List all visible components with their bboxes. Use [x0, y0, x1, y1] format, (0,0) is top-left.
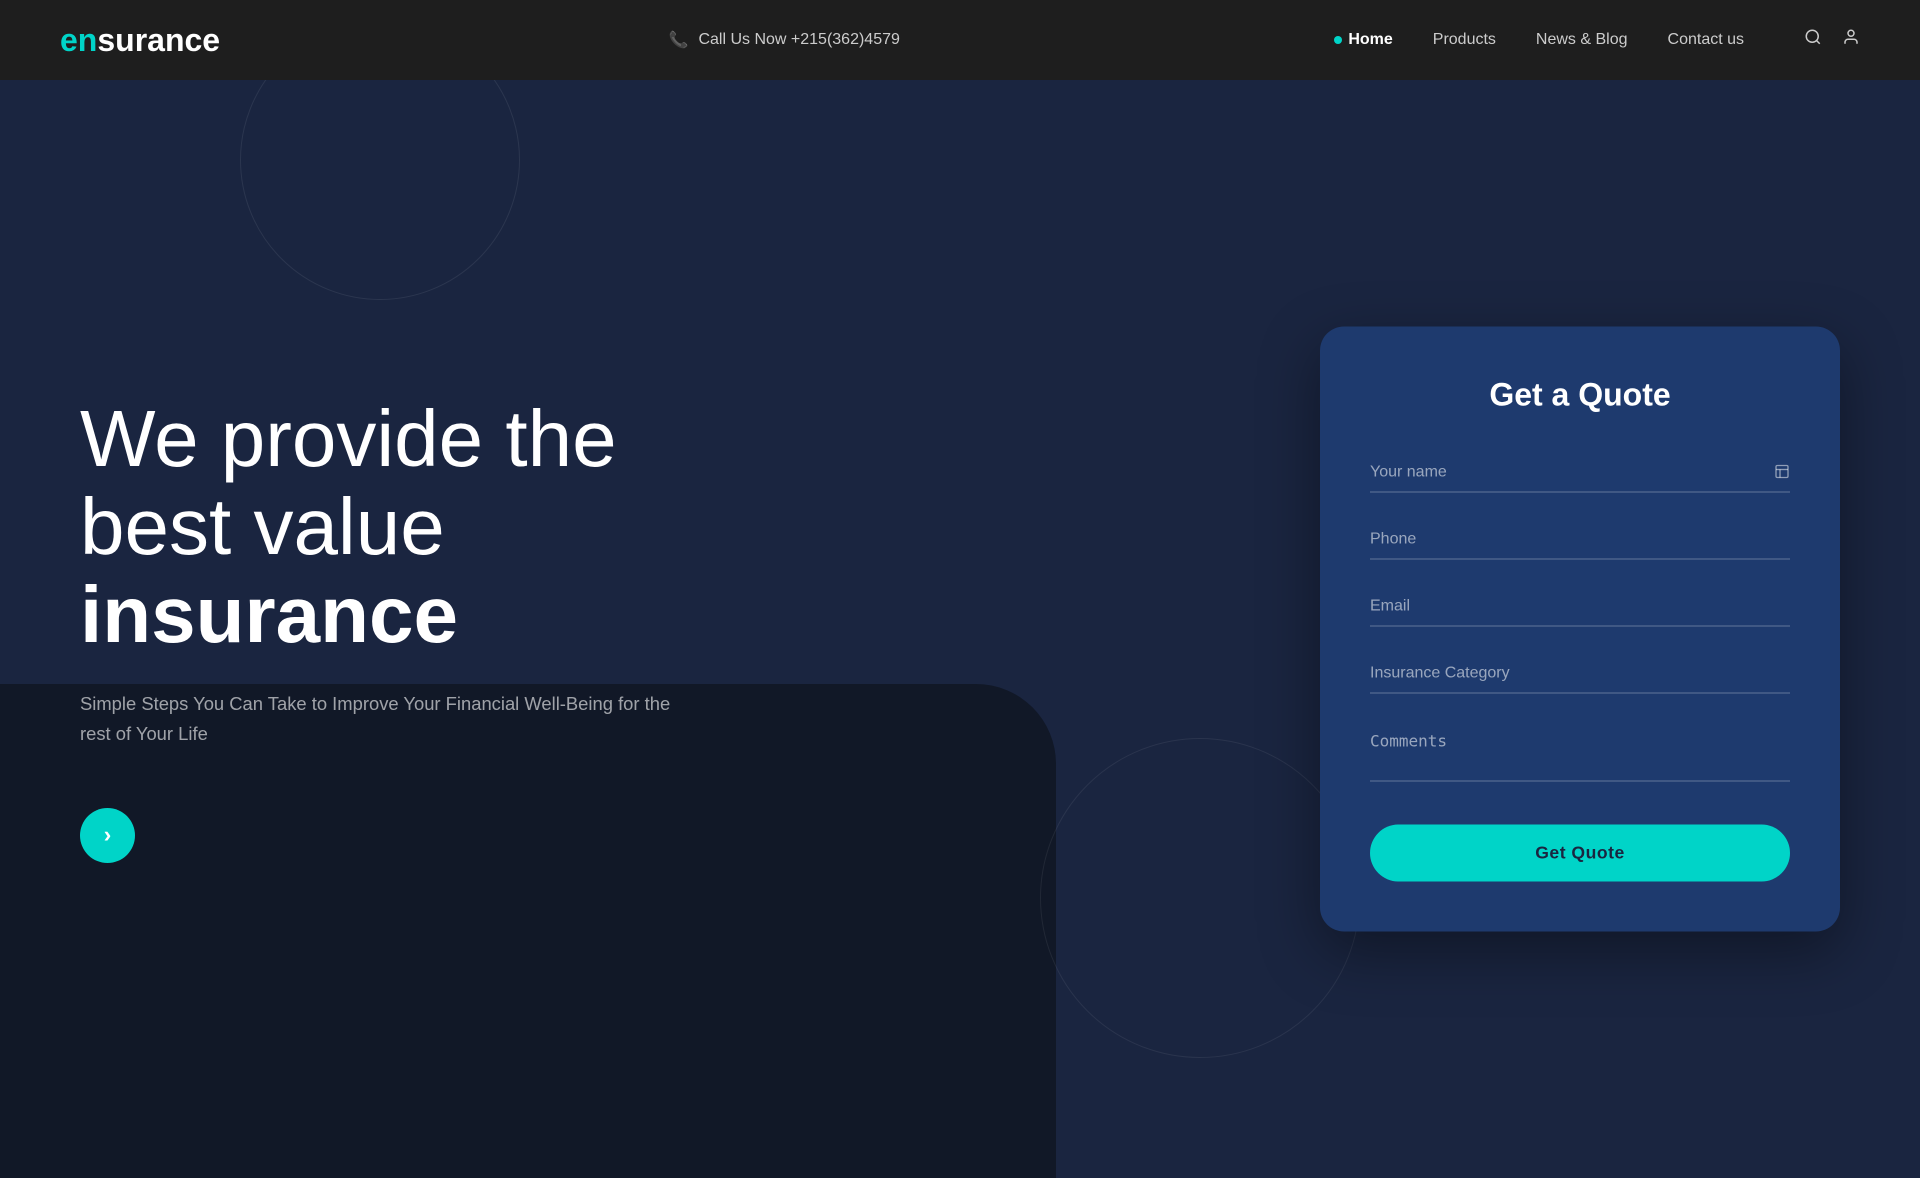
logo[interactable]: ensurance: [60, 22, 220, 59]
email-field-container: [1370, 588, 1790, 627]
header: ensurance 📞 Call Us Now +215(362)4579 Ho…: [0, 0, 1920, 80]
comments-field-container: [1370, 722, 1790, 787]
nav-icons: [1804, 28, 1860, 52]
bg-circle-outline: [240, 80, 520, 300]
quote-card: Get a Quote Get Quote: [1320, 327, 1840, 932]
user-icon: [1842, 28, 1860, 46]
hero-subtitle: Simple Steps You Can Take to Improve You…: [80, 689, 700, 748]
phone-icon: 📞: [669, 30, 689, 50]
comments-input[interactable]: [1370, 722, 1790, 782]
quote-form-title: Get a Quote: [1370, 377, 1790, 414]
email-input[interactable]: [1370, 588, 1790, 627]
name-input[interactable]: [1370, 454, 1790, 493]
hero-title-normal: We provide the best value: [80, 394, 617, 571]
nav-item-contact-us[interactable]: Contact us: [1668, 31, 1744, 49]
user-button[interactable]: [1842, 28, 1860, 52]
hero-title: We provide the best value insurance: [80, 395, 700, 659]
hero-section: We provide the best value insurance Simp…: [0, 80, 1920, 1178]
category-field-container: [1370, 655, 1790, 694]
category-input[interactable]: [1370, 655, 1790, 694]
logo-accent: en: [60, 22, 97, 58]
logo-text: surance: [97, 22, 220, 58]
nav-item-products[interactable]: Products: [1433, 31, 1496, 49]
name-field-icon: [1774, 464, 1790, 484]
search-button[interactable]: [1804, 28, 1822, 52]
phone-field-container: [1370, 521, 1790, 560]
hero-arrow-button[interactable]: ›: [80, 808, 135, 863]
bg-circle-right: [1040, 738, 1360, 1058]
nav-item-home[interactable]: Home: [1348, 31, 1392, 49]
get-quote-button[interactable]: Get Quote: [1370, 825, 1790, 882]
name-field-container: [1370, 454, 1790, 493]
main-nav: Home Products News & Blog Contact us: [1348, 28, 1860, 52]
phone-input[interactable]: [1370, 521, 1790, 560]
nav-item-news-blog[interactable]: News & Blog: [1536, 31, 1628, 49]
phone-area: 📞 Call Us Now +215(362)4579: [669, 30, 900, 50]
hero-content: We provide the best value insurance Simp…: [0, 395, 700, 863]
search-icon: [1804, 28, 1822, 46]
hero-title-bold: insurance: [80, 570, 458, 659]
phone-label: Call Us Now +215(362)4579: [698, 31, 899, 49]
